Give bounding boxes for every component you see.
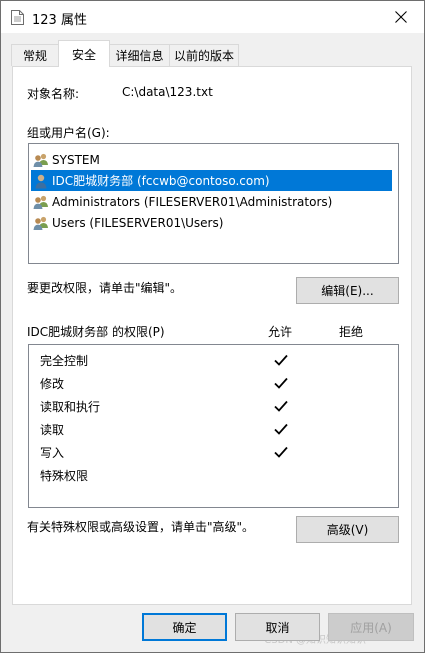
list-item-administrators[interactable]: Administrators (FILESERVER01\Administrat… <box>31 191 336 212</box>
checkmark-icon <box>274 423 288 435</box>
ok-button[interactable]: 确定 <box>142 613 227 641</box>
permissions-list[interactable]: 完全控制 修改 读取和执行 读取 写入 特殊权限 <box>28 344 399 508</box>
edit-button-label: 编辑(E)... <box>321 284 374 298</box>
tab-label: 以前的版本 <box>173 49 234 63</box>
tab-label: 详细信息 <box>115 49 164 63</box>
object-name-label: 对象名称: <box>27 87 80 101</box>
checkmark-icon <box>274 400 288 412</box>
list-item-label: Administrators (FILESERVER01\Administrat… <box>52 194 333 209</box>
advanced-button[interactable]: 高级(V) <box>296 516 399 543</box>
edit-button[interactable]: 编辑(E)... <box>296 277 399 304</box>
permission-row-read-execute: 读取和执行 <box>29 395 398 418</box>
permission-name: 修改 <box>40 377 65 391</box>
close-button[interactable] <box>378 1 424 33</box>
title-bar[interactable]: 123 属性 <box>1 1 424 33</box>
apply-button-label: 应用(A) <box>350 620 392 635</box>
security-tab-panel: 对象名称: C:\data\123.txt 组或用户名(G): SYSTEM I… <box>12 66 412 605</box>
dialog-footer: CSDN @知识知识知识 确定 取消 应用(A) <box>1 605 424 652</box>
properties-dialog: 123 属性 常规 安全 详细信息 以前的版本 对象名称: C:\data\12… <box>0 0 425 653</box>
permission-name: 读取和执行 <box>40 400 101 414</box>
cancel-button-label: 取消 <box>265 620 290 635</box>
list-item-label: SYSTEM <box>52 152 100 167</box>
tab-label: 安全 <box>71 47 96 62</box>
tab-general[interactable]: 常规 <box>11 44 59 66</box>
list-item-system[interactable]: SYSTEM <box>31 149 104 170</box>
permission-row-read: 读取 <box>29 418 398 441</box>
checkmark-icon <box>274 446 288 458</box>
change-permissions-hint: 要更改权限，请单击"编辑"。 <box>27 281 183 295</box>
apply-button[interactable]: 应用(A) <box>328 613 414 641</box>
cancel-button[interactable]: 取消 <box>235 613 320 641</box>
user-icon <box>35 174 47 188</box>
permission-name: 特殊权限 <box>40 469 89 483</box>
groups-listbox[interactable]: SYSTEM IDC肥城财务部 (fccwb@contoso.com) Admi… <box>28 143 399 264</box>
users-group-icon <box>33 153 48 167</box>
list-item-users[interactable]: Users (FILESERVER01\Users) <box>31 212 227 233</box>
allow-column-header: 允许 <box>268 325 293 339</box>
permissions-title: IDC肥城财务部 的权限(P) <box>27 325 165 339</box>
close-icon <box>395 11 407 23</box>
list-item-label: Users (FILESERVER01\Users) <box>52 215 224 230</box>
groups-label: 组或用户名(G): <box>27 126 110 140</box>
permission-name: 写入 <box>40 446 65 460</box>
permission-name: 读取 <box>40 423 65 437</box>
advanced-button-label: 高级(V) <box>326 523 369 537</box>
list-item-idc-finance[interactable]: IDC肥城财务部 (fccwb@contoso.com) <box>31 170 392 191</box>
tab-previous-versions[interactable]: 以前的版本 <box>169 44 239 66</box>
tab-label: 常规 <box>22 49 47 63</box>
permission-name: 完全控制 <box>40 354 89 368</box>
window-title: 123 属性 <box>32 13 87 28</box>
checkmark-icon <box>274 354 288 366</box>
advanced-hint: 有关特殊权限或高级设置，请单击"高级"。 <box>27 520 255 534</box>
list-item-label: IDC肥城财务部 (fccwb@contoso.com) <box>52 174 270 188</box>
checkmark-icon <box>274 377 288 389</box>
document-icon <box>11 10 24 25</box>
tab-details[interactable]: 详细信息 <box>109 44 170 66</box>
permission-row-write: 写入 <box>29 441 398 464</box>
permission-row-modify: 修改 <box>29 372 398 395</box>
object-name-value: C:\data\123.txt <box>122 85 213 99</box>
tab-security[interactable]: 安全 <box>58 40 110 67</box>
ok-button-label: 确定 <box>172 620 197 635</box>
permission-row-full-control: 完全控制 <box>29 349 398 372</box>
permission-row-special: 特殊权限 <box>29 464 398 487</box>
users-group-icon <box>33 216 48 230</box>
users-group-icon <box>33 195 48 209</box>
deny-column-header: 拒绝 <box>339 325 364 339</box>
